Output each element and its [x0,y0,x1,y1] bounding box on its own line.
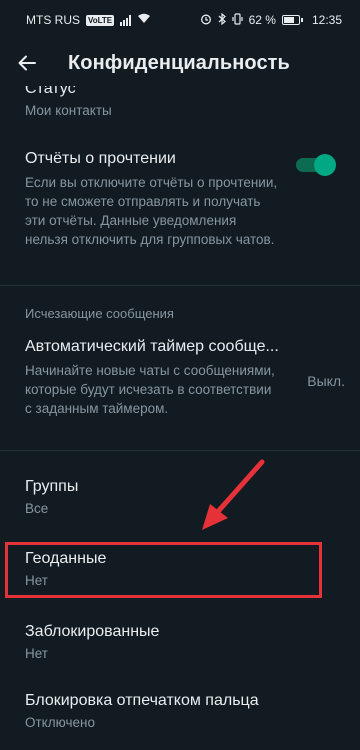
blocked-label: Заблокированные [25,623,160,640]
status-value: Мои контакты [25,103,112,118]
battery-icon [281,15,303,25]
read-receipts-toggle[interactable] [296,154,336,176]
annotation-arrow-icon [202,459,265,530]
app-bar: Конфиденциальность [0,40,360,86]
groups-setting[interactable]: Группы Все [25,478,340,518]
groups-label: Группы [25,478,79,495]
section-header-disappearing: Исчезающие сообщения [25,306,174,321]
read-receipts-description: Если вы отключите отчёты о прочтении, то… [25,175,278,247]
arrow-left-icon[interactable] [18,53,38,73]
signal-icon [120,14,132,26]
status-label: Статус [25,86,76,97]
auto-timer-label: Автоматический таймер сообще... [25,338,279,355]
status-setting[interactable]: Статус Мои контакты [25,86,340,120]
fingerprint-lock-label: Блокировка отпечатком пальца [25,692,259,709]
toggle-knob [314,154,336,176]
divider [0,285,360,286]
blocked-setting[interactable]: Заблокированные Нет [25,623,340,663]
bluetooth-icon [218,12,226,28]
read-receipts-setting[interactable]: Отчёты о прочтении Если вы отключите отч… [25,150,280,249]
battery-percent: 62 % [248,13,276,27]
status-bar-left: MTS RUS VoLTE [26,13,151,27]
clock: 12:35 [311,13,342,27]
status-bar: MTS RUS VoLTE 62 % 12:35 [0,0,360,40]
status-bar-right: 62 % 12:35 [200,12,342,28]
page-title: Конфиденциальность [68,51,290,74]
volte-badge: VoLTE [86,14,115,26]
auto-timer-description: Начинайте новые чаты с сообщениями, кото… [25,363,275,416]
wifi-icon [137,13,151,27]
carrier-label: MTS RUS [26,13,80,27]
vibrate-icon [232,12,243,28]
blocked-value: Нет [25,646,48,661]
fingerprint-lock-setting[interactable]: Блокировка отпечатком пальца Отключено [25,692,340,732]
alarm-icon [200,13,212,28]
privacy-settings-list: Статус Мои контакты Отчёты о прочтении Е… [0,86,360,750]
auto-timer-value: Выкл. [307,373,345,389]
groups-value: Все [25,501,49,516]
fingerprint-lock-value: Отключено [25,715,95,730]
divider [0,450,360,451]
read-receipts-label: Отчёты о прочтении [25,150,176,167]
auto-timer-setting[interactable]: Автоматический таймер сообще... Начинайт… [25,338,280,418]
